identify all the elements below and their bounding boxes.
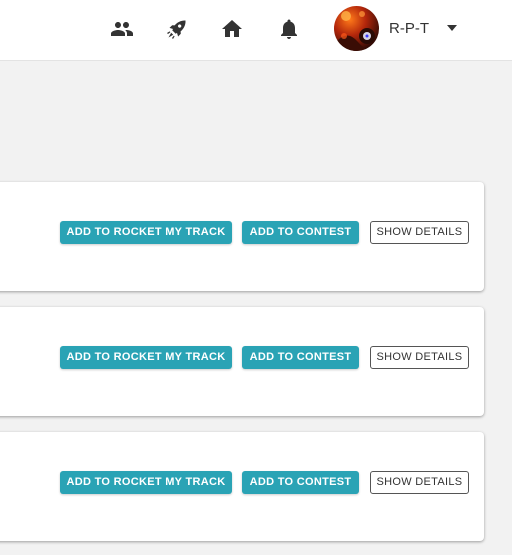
add-to-contest-button[interactable]: ADD TO CONTEST [242,471,359,494]
people-icon[interactable] [110,17,134,41]
avatar[interactable] [334,6,379,51]
username[interactable]: R-P-T [389,20,429,37]
rocket-icon[interactable] [165,17,189,41]
add-to-rocket-my-track-button[interactable]: ADD TO ROCKET MY TRACK [60,346,232,369]
show-details-button[interactable]: SHOW DETAILS [370,346,469,369]
track-card: ADD TO ROCKET MY TRACK ADD TO CONTEST SH… [0,182,484,291]
track-card: ADD TO ROCKET MY TRACK ADD TO CONTEST SH… [0,432,484,541]
show-details-button[interactable]: SHOW DETAILS [370,221,469,244]
top-navigation-bar: R-P-T [0,0,512,61]
add-to-rocket-my-track-button[interactable]: ADD TO ROCKET MY TRACK [60,471,232,494]
bell-icon[interactable] [277,17,301,41]
caret-down-icon[interactable] [447,25,457,31]
home-icon[interactable] [220,17,244,41]
track-card: ADD TO ROCKET MY TRACK ADD TO CONTEST SH… [0,307,484,416]
show-details-button[interactable]: SHOW DETAILS [370,471,469,494]
add-to-contest-button[interactable]: ADD TO CONTEST [242,346,359,369]
add-to-rocket-my-track-button[interactable]: ADD TO ROCKET MY TRACK [60,221,232,244]
add-to-contest-button[interactable]: ADD TO CONTEST [242,221,359,244]
